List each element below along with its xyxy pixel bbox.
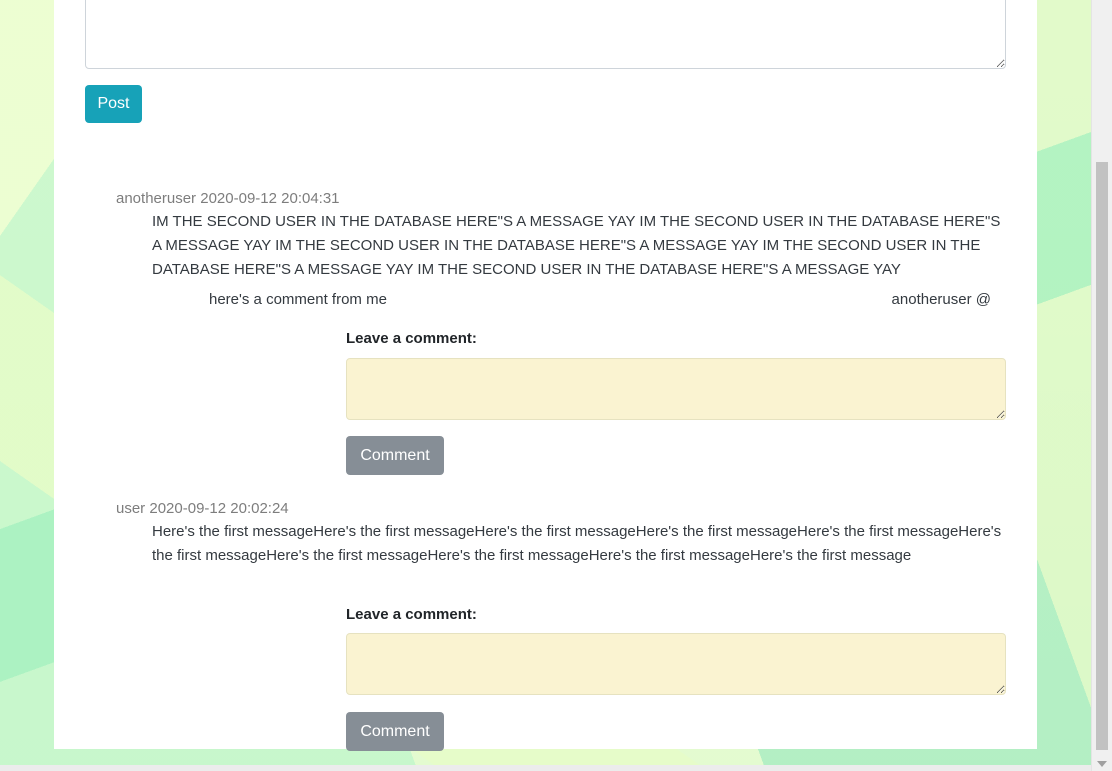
- comment-button[interactable]: Comment: [346, 712, 444, 751]
- message-meta: user 2020-09-12 20:02:24: [116, 500, 289, 517]
- scroll-down-arrow-icon[interactable]: [1097, 761, 1107, 767]
- comment-author: anotheruser @: [891, 291, 991, 308]
- message-author: anotheruser: [116, 190, 197, 207]
- comment-button[interactable]: Comment: [346, 436, 444, 475]
- new-post-textarea[interactable]: [85, 0, 1006, 69]
- vertical-scrollbar[interactable]: [1091, 0, 1112, 771]
- leave-comment-label: Leave a comment:: [346, 330, 477, 347]
- post-button[interactable]: Post: [85, 85, 142, 123]
- comment-textarea[interactable]: [346, 633, 1006, 695]
- scrollbar-thumb[interactable]: [1096, 162, 1108, 750]
- leave-comment-label: Leave a comment:: [346, 606, 477, 623]
- comment-text: here's a comment from me: [209, 291, 387, 308]
- message-timestamp: 2020-09-12 20:02:24: [149, 500, 289, 517]
- message-body: Here's the first messageHere's the first…: [152, 523, 1002, 564]
- message-author: user: [116, 500, 146, 517]
- window-bottom-edge: [0, 765, 1112, 771]
- message-timestamp: 2020-09-12 20:04:31: [200, 190, 340, 207]
- comment-textarea[interactable]: [346, 358, 1006, 420]
- message-body: IM THE SECOND USER IN THE DATABASE HERE"…: [152, 213, 1001, 278]
- message-meta: anotheruser 2020-09-12 20:04:31: [116, 190, 340, 207]
